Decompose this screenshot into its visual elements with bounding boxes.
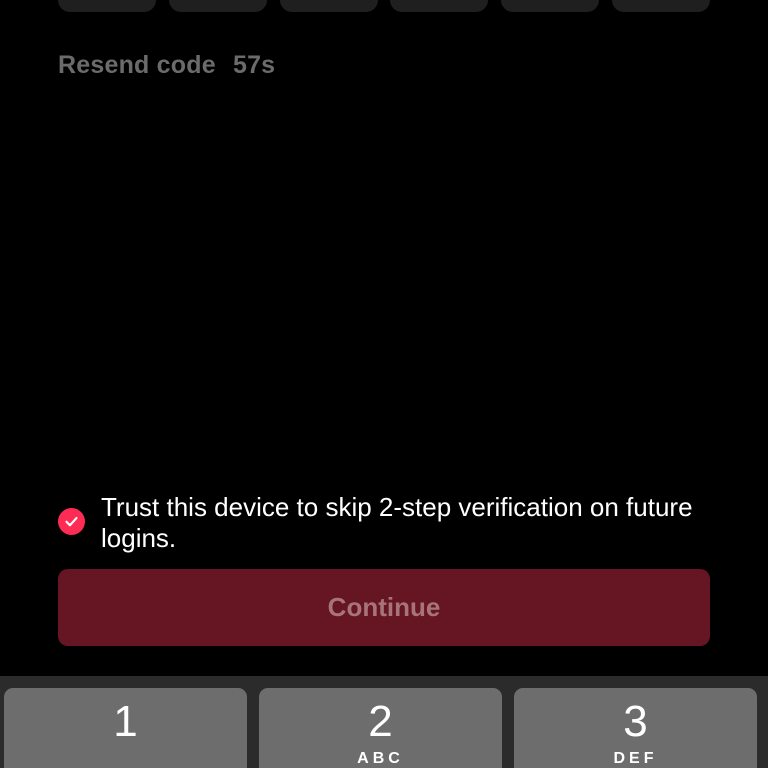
keypad-key-letters: ABC bbox=[357, 750, 404, 767]
checkmark-icon bbox=[65, 517, 78, 527]
code-input-3[interactable] bbox=[280, 0, 378, 12]
trust-device-label[interactable]: Trust this device to skip 2-step verific… bbox=[101, 492, 701, 554]
keypad-key-1[interactable]: 1 bbox=[4, 688, 247, 768]
resend-countdown: 57s bbox=[232, 51, 276, 79]
resend-code-label: Resend code bbox=[58, 51, 216, 79]
keypad-key-digit: 1 bbox=[113, 697, 138, 746]
code-input-6[interactable] bbox=[612, 0, 710, 12]
keypad-key-digit: 2 bbox=[368, 697, 393, 746]
keypad-key-letters: DEF bbox=[613, 750, 658, 767]
keypad-key-2[interactable]: 2 ABC bbox=[259, 688, 502, 768]
keypad-key-digit: 3 bbox=[623, 697, 648, 746]
trust-device-checkbox[interactable] bbox=[58, 508, 85, 535]
code-input-5[interactable] bbox=[501, 0, 599, 12]
resend-code: Resend code 57s bbox=[58, 51, 275, 80]
code-input-4[interactable] bbox=[390, 0, 488, 12]
keypad-key-3[interactable]: 3 DEF bbox=[514, 688, 757, 768]
continue-button[interactable]: Continue bbox=[58, 569, 710, 646]
code-input-1[interactable] bbox=[58, 0, 156, 12]
code-input-2[interactable] bbox=[169, 0, 267, 12]
numeric-keypad: 1 2 ABC 3 DEF bbox=[0, 676, 768, 768]
